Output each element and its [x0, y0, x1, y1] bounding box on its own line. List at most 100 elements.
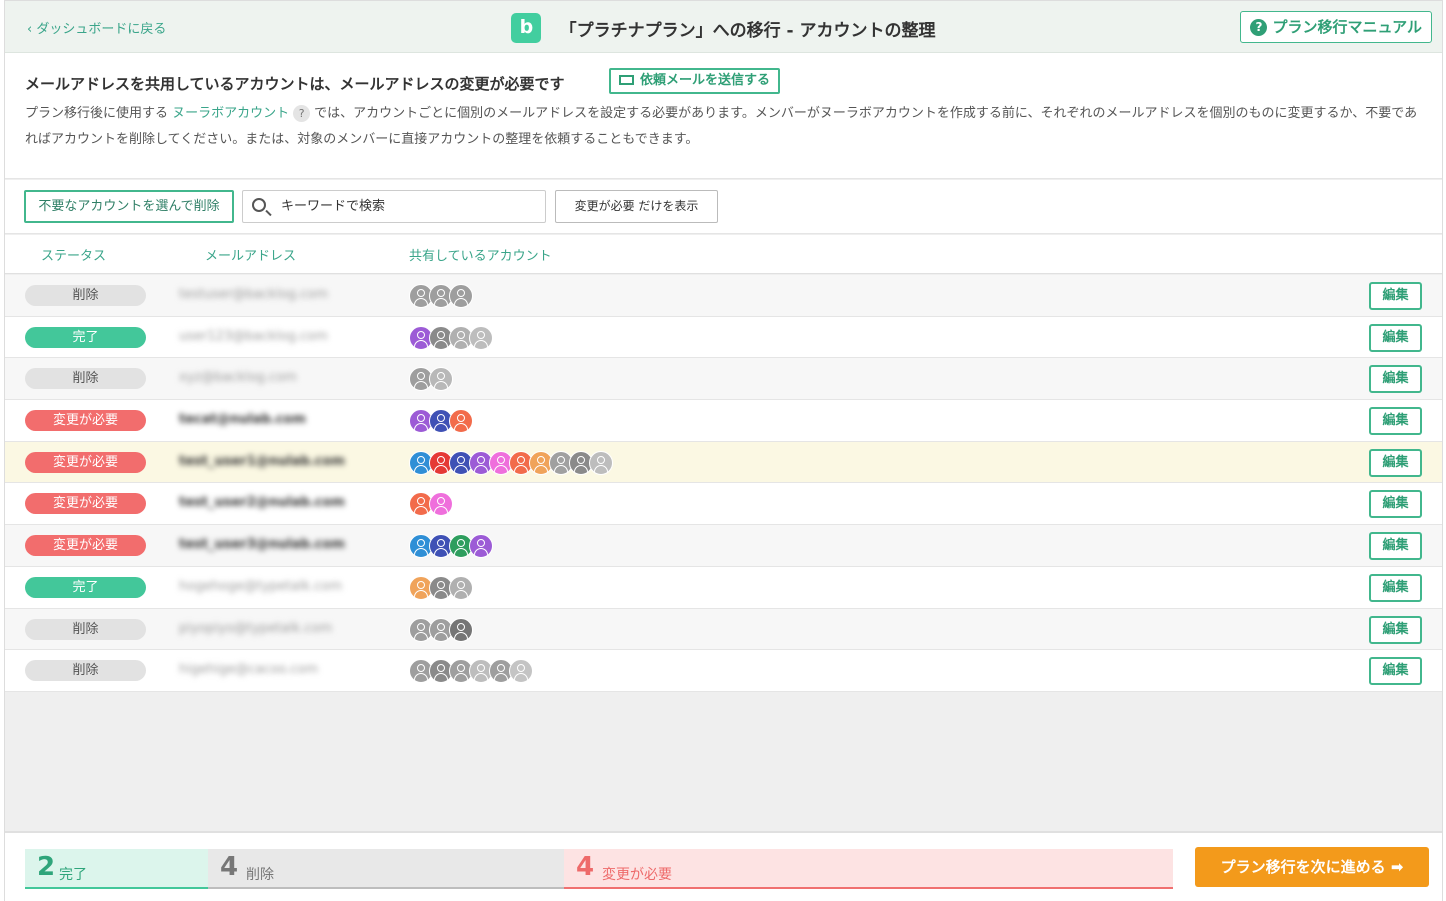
avatar-head — [457, 414, 465, 423]
backlog-logo-icon: b — [511, 13, 542, 43]
avatar-head — [417, 289, 425, 297]
avatar-icon[interactable] — [509, 659, 533, 684]
avatar-body — [454, 464, 468, 474]
avatar-icon[interactable] — [469, 325, 493, 350]
table-row: 完了 user123@backlog.com 編集 — [5, 316, 1442, 359]
edit-button[interactable]: 編集 — [1369, 365, 1422, 394]
avatar-body — [454, 339, 468, 349]
nulab-account-link[interactable]: ヌーラボアカウント — [172, 106, 289, 121]
avatar-icon[interactable] — [449, 617, 473, 642]
avatar-body — [414, 673, 428, 683]
edit-button[interactable]: 編集 — [1369, 407, 1422, 436]
edit-button[interactable]: 編集 — [1369, 657, 1422, 686]
avatar-body — [494, 673, 508, 683]
avatar-body — [474, 673, 488, 683]
edit-button[interactable]: 編集 — [1369, 323, 1422, 352]
show-only-needs-change-button[interactable]: 変更が必要 だけを表示 — [555, 190, 718, 223]
proceed-next-button[interactable]: プラン移行を次に進める ➡ — [1195, 847, 1429, 887]
avatar-icon[interactable] — [469, 534, 493, 559]
avatar-head — [477, 330, 485, 339]
help-icon[interactable]: ? — [293, 105, 311, 122]
avatar-head — [437, 289, 445, 297]
avatar-head — [437, 455, 445, 464]
help-icon: ? — [1250, 19, 1268, 36]
avatar-head — [437, 580, 445, 589]
deleted-count: 4 — [220, 852, 239, 882]
avatar-head — [457, 622, 465, 631]
status-badge: 完了 — [25, 576, 146, 598]
avatar-head — [417, 497, 425, 506]
search-icon — [252, 198, 266, 212]
column-header-status[interactable]: ステータス — [41, 245, 106, 264]
table-header: ステータス メールアドレス 共有しているアカウント — [5, 235, 1442, 274]
avatar-body — [414, 298, 428, 307]
avatar-body — [414, 381, 428, 391]
avatar-head — [457, 664, 465, 673]
column-header-email[interactable]: メールアドレス — [205, 245, 296, 264]
avatar-head — [437, 330, 445, 339]
send-request-mail-button[interactable]: 依頼メールを送信する — [609, 68, 781, 94]
edit-button[interactable]: 編集 — [1369, 615, 1422, 644]
email-address: test_user1@nulab.com — [179, 453, 345, 469]
status-badge: 完了 — [25, 326, 146, 348]
avatar-head — [457, 539, 465, 548]
avatar-head — [437, 622, 445, 631]
edit-button[interactable]: 編集 — [1369, 448, 1422, 477]
avatar-body — [574, 464, 588, 474]
avatar-icon[interactable] — [429, 367, 453, 392]
table-row: 変更が必要 test_user1@nulab.com 編集 — [5, 441, 1442, 484]
notice-panel: メールアドレスを共用しているアカウントは、メールアドレスの変更が必要です 依頼メ… — [5, 53, 1442, 179]
avatar-body — [414, 548, 428, 558]
table-row: 変更が必要 tecat@nulab.com 編集 — [5, 400, 1442, 442]
avatar-body — [434, 381, 448, 391]
avatar-body — [414, 631, 428, 641]
email-address: testuser@backlog.com — [179, 287, 328, 302]
edit-button[interactable]: 編集 — [1369, 490, 1422, 519]
plan-migration-manual-button[interactable]: ? プラン移行マニュアル — [1240, 11, 1432, 43]
avatar-head — [437, 497, 445, 506]
column-header-shared-accounts[interactable]: 共有しているアカウント — [409, 245, 552, 264]
avatar-head — [417, 455, 425, 464]
avatar-head — [417, 539, 425, 548]
edit-button[interactable]: 編集 — [1369, 573, 1422, 602]
account-table-body: 削除 testuser@backlog.com 編集 完了 user123@backlo… — [5, 275, 1442, 692]
edit-button[interactable]: 編集 — [1369, 282, 1422, 310]
avatar-icon[interactable] — [449, 575, 473, 600]
select-and-delete-button[interactable]: 不要なアカウントを選んで削除 — [24, 190, 234, 223]
edit-button[interactable]: 編集 — [1369, 532, 1422, 561]
avatar-body — [534, 464, 548, 474]
avatar-head — [417, 622, 425, 631]
avatar-icon[interactable] — [449, 409, 473, 434]
desc-prefix: プラン移行後に使用する — [25, 106, 169, 121]
avatar-head — [597, 455, 605, 464]
email-address: user123@backlog.com — [179, 328, 328, 344]
done-label: 完了 — [59, 867, 87, 883]
avatar-icon[interactable] — [589, 450, 613, 475]
email-address: tecat@nulab.com — [179, 412, 306, 428]
avatar-body — [454, 423, 468, 433]
avatar-icon[interactable] — [449, 284, 473, 308]
avatar-body — [434, 589, 448, 599]
manual-label: プラン移行マニュアル — [1272, 18, 1422, 36]
status-badge: 変更が必要 — [25, 410, 146, 432]
needs-change-count: 4 — [576, 852, 595, 882]
avatar-head — [437, 539, 445, 548]
avatar-icon[interactable] — [429, 492, 453, 517]
app-window: ‹ ダッシュボードに戻る b 「プラチナプラン」への移行 - アカウントの整理 … — [4, 0, 1443, 901]
avatar-body — [434, 631, 448, 641]
status-badge: 変更が必要 — [25, 535, 146, 557]
avatar-body — [454, 548, 468, 558]
table-row: 完了 hogehoge@typetalk.com 編集 — [5, 566, 1442, 609]
avatar-body — [454, 631, 468, 641]
email-address: hogehoge@typetalk.com — [179, 578, 343, 594]
avatar-head — [577, 455, 585, 464]
email-address: xyz@backlog.com — [179, 370, 297, 386]
avatar-head — [417, 372, 425, 381]
avatar-body — [494, 464, 508, 474]
search-input[interactable] — [281, 191, 541, 222]
avatar-body — [434, 506, 448, 516]
envelope-icon — [619, 75, 634, 85]
page-title: 「プラチナプラン」への移行 - アカウントの整理 — [559, 20, 936, 41]
needs-change-label: 変更が必要 — [602, 867, 672, 883]
deleted-summary: 4 削除 — [208, 849, 564, 889]
